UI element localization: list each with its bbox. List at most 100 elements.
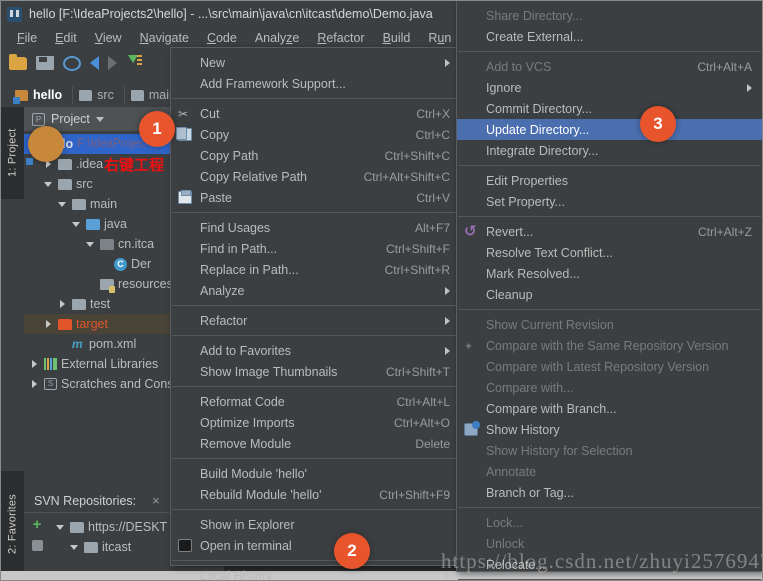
menu-item-add-framework-support[interactable]: Add Framework Support...	[171, 73, 460, 94]
tool-window-stripe-favorites[interactable]: 2: Favorites	[1, 471, 24, 577]
menu-item-label: Analyze	[200, 283, 245, 298]
menu-item-optimize-imports[interactable]: Optimize Imports Ctrl+Alt+O	[171, 412, 460, 433]
menu-item-shortcut: Ctrl+Alt+L	[396, 394, 450, 409]
caret-down-icon[interactable]	[54, 525, 66, 530]
update-project-icon[interactable]	[126, 53, 144, 71]
menu-item-rebuild-module-hello[interactable]: Rebuild Module 'hello' Ctrl+Shift+F9	[171, 484, 460, 505]
open-folder-icon[interactable]	[9, 54, 27, 70]
menu-item-label: Add to Favorites	[200, 343, 292, 358]
edit-repository-icon[interactable]	[31, 540, 43, 551]
menu-item-label: Open in terminal	[200, 538, 292, 553]
menu-separator	[458, 309, 761, 310]
menu-item-create-external[interactable]: Create External...	[457, 26, 762, 47]
menu-item-ignore[interactable]: Ignore	[457, 77, 762, 98]
caret-right-icon[interactable]	[28, 360, 40, 368]
menu-item-show-image-thumbnails[interactable]: Show Image Thumbnails Ctrl+Shift+T	[171, 361, 460, 382]
caret-right-icon[interactable]	[28, 380, 40, 388]
menu-item-revert[interactable]: Revert... Ctrl+Alt+Z	[457, 221, 762, 242]
svn-tree-node-label: https://DESKT	[88, 520, 168, 534]
chevron-right-icon	[747, 83, 752, 92]
menu-item-label: Add to VCS	[486, 59, 552, 74]
menu-item-replace-in-path[interactable]: Replace in Path... Ctrl+Shift+R	[171, 259, 460, 280]
caret-down-icon[interactable]	[70, 222, 82, 227]
menu-item-label: Compare with Latest Repository Version	[486, 359, 710, 374]
menu-item-build-module-hello[interactable]: Build Module 'hello'	[171, 463, 460, 484]
menu-item-label: Compare with the Same Repository Version	[486, 338, 729, 353]
caret-right-icon[interactable]	[42, 320, 54, 328]
menu-item-update-directory[interactable]: Update Directory...	[457, 119, 762, 140]
menu-analyze[interactable]: Analyze	[247, 29, 307, 47]
menu-item-analyze[interactable]: Analyze	[171, 280, 460, 301]
menu-navigate[interactable]: Navigate	[132, 29, 197, 47]
menu-file[interactable]: File	[9, 29, 45, 47]
menu-separator	[458, 579, 761, 580]
menu-item-label: Show in Explorer	[200, 517, 295, 532]
source-folder-icon	[86, 218, 100, 230]
menu-refactor[interactable]: Refactor	[309, 29, 372, 47]
menu-item-paste[interactable]: Paste Ctrl+V	[171, 187, 460, 208]
menu-separator	[458, 51, 761, 52]
menu-item-cut[interactable]: Cut Ctrl+X	[171, 103, 460, 124]
menu-item-new[interactable]: New	[171, 52, 460, 73]
caret-down-icon[interactable]	[56, 202, 68, 207]
menu-item-label: Show Image Thumbnails	[200, 364, 338, 379]
sync-icon[interactable]	[63, 55, 81, 71]
caret-down-icon[interactable]	[68, 545, 80, 550]
menu-item-set-property[interactable]: Set Property...	[457, 191, 762, 212]
menu-separator	[458, 216, 761, 217]
menu-item-label: New	[200, 55, 226, 70]
breadcrumb-item-src[interactable]: src	[73, 86, 125, 104]
idea-window: hello [F:\IdeaProjects2\hello] - ...\src…	[0, 0, 763, 581]
menu-item-cleanup[interactable]: Cleanup	[457, 284, 762, 305]
breadcrumb-item-hello[interactable]: hello	[9, 86, 74, 104]
window-title: hello [F:\IdeaProjects2\hello] - ...\src…	[29, 7, 433, 21]
menu-build[interactable]: Build	[375, 29, 419, 47]
caret-down-icon[interactable]	[84, 242, 96, 247]
caret-down-icon[interactable]	[42, 182, 54, 187]
back-icon[interactable]	[90, 56, 99, 70]
forward-icon[interactable]	[108, 56, 117, 70]
caret-right-icon[interactable]	[56, 300, 68, 308]
menu-item-integrate-directory[interactable]: Integrate Directory...	[457, 140, 762, 161]
menu-view[interactable]: View	[87, 29, 130, 47]
menu-item-copy-path[interactable]: Copy Path Ctrl+Shift+C	[171, 145, 460, 166]
menu-item-commit-directory[interactable]: Commit Directory...	[457, 98, 762, 119]
add-repository-button[interactable]: +	[33, 517, 42, 532]
menu-item-label: Local History	[200, 568, 273, 581]
menu-code[interactable]: Code	[199, 29, 245, 47]
menu-item-open-in-terminal[interactable]: Open in terminal	[171, 535, 460, 556]
close-icon[interactable]: ×	[152, 493, 160, 508]
menu-item-edit-properties[interactable]: Edit Properties	[457, 170, 762, 191]
chevron-down-icon[interactable]	[95, 116, 104, 122]
menu-item-show-history[interactable]: Show History	[457, 419, 762, 440]
menu-item-lock: Lock...	[457, 512, 762, 533]
menu-item-find-usages[interactable]: Find Usages Alt+F7	[171, 217, 460, 238]
menu-item-compare-with-branch[interactable]: Compare with Branch...	[457, 398, 762, 419]
menu-item-branch-or-tag[interactable]: Branch or Tag...	[457, 482, 762, 503]
menu-item-label: Annotate	[486, 464, 537, 479]
menu-item-mark-resolved[interactable]: Mark Resolved...	[457, 263, 762, 284]
folder-icon	[84, 541, 98, 553]
menu-item-resolve-text-conflict[interactable]: Resolve Text Conflict...	[457, 242, 762, 263]
step-badge-1: 1	[139, 111, 175, 147]
menu-item-find-in-path[interactable]: Find in Path... Ctrl+Shift+F	[171, 238, 460, 259]
save-all-icon[interactable]	[36, 56, 54, 70]
menu-edit[interactable]: Edit	[47, 29, 85, 47]
menu-item-reformat-code[interactable]: Reformat Code Ctrl+Alt+L	[171, 391, 460, 412]
menu-item-label: Reformat Code	[200, 394, 285, 409]
menu-item-show-in-explorer[interactable]: Show in Explorer	[171, 514, 460, 535]
menu-item-add-to-favorites[interactable]: Add to Favorites	[171, 340, 460, 361]
step-badge-3: 3	[640, 106, 676, 142]
menu-run[interactable]: Run	[420, 29, 459, 47]
menu-item-label: Edit Properties	[486, 173, 568, 188]
menu-item-copy-relative-path[interactable]: Copy Relative Path Ctrl+Alt+Shift+C	[171, 166, 460, 187]
menu-item-label: Replace in Path...	[200, 262, 299, 277]
tool-window-stripe-project[interactable]: 1: Project	[1, 107, 24, 199]
menu-item-remove-module[interactable]: Remove Module Delete	[171, 433, 460, 454]
copy-icon	[176, 127, 192, 141]
menu-item-copy[interactable]: Copy Ctrl+C	[171, 124, 460, 145]
tree-node-label: java	[104, 217, 127, 231]
menu-item-refactor[interactable]: Refactor	[171, 310, 460, 331]
menu-item-local-history[interactable]: Local History	[171, 565, 460, 581]
chevron-right-icon	[445, 58, 450, 67]
